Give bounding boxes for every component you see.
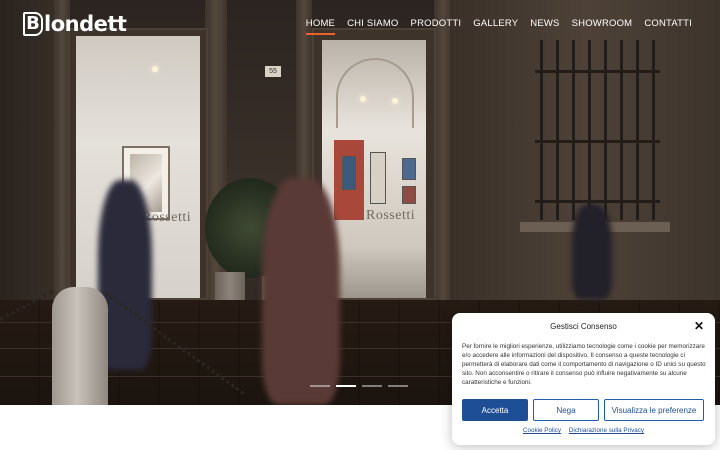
nav-item-chi-siamo[interactable]: CHI SIAMO xyxy=(341,18,404,29)
nav-item-contatti[interactable]: CONTATTI xyxy=(638,18,698,29)
gate-rail xyxy=(535,70,660,73)
gate-bar xyxy=(620,40,623,220)
logo-text: londett xyxy=(44,12,127,36)
cookie-title: Gestisci Consenso xyxy=(550,322,617,331)
slider-dot[interactable] xyxy=(362,385,382,387)
main-nav: HOME CHI SIAMO PRODOTTI GALLERY NEWS SHO… xyxy=(300,18,698,35)
preferences-button[interactable]: Visualizza le preferenze xyxy=(604,399,704,421)
slider-dot-active[interactable] xyxy=(336,385,356,387)
painting xyxy=(370,152,386,204)
gate-bar xyxy=(540,40,543,220)
slider-indicators xyxy=(310,385,408,387)
painting xyxy=(402,158,416,180)
gate-bar xyxy=(588,40,591,220)
nav-item-gallery[interactable]: GALLERY xyxy=(467,18,524,29)
deny-button[interactable]: Nega xyxy=(533,399,599,421)
gate-rail xyxy=(535,140,660,143)
painting xyxy=(402,186,416,204)
gate-bar xyxy=(556,40,559,220)
blurred-person xyxy=(262,178,340,405)
ceiling-lamp xyxy=(360,96,366,102)
site-header: B londett HOME CHI SIAMO PRODOTTI GALLER… xyxy=(0,0,720,46)
ceiling-lamp xyxy=(152,66,158,72)
house-number: 55 xyxy=(265,66,281,77)
nav-item-home[interactable]: HOME xyxy=(300,18,341,35)
close-icon[interactable]: ✕ xyxy=(693,320,705,332)
gate-rail xyxy=(535,200,660,203)
gate-bar xyxy=(604,40,607,220)
blurred-person xyxy=(572,204,612,300)
slider-dot[interactable] xyxy=(388,385,408,387)
interior-arch xyxy=(336,58,414,128)
gate-bar xyxy=(572,40,575,220)
painting xyxy=(342,156,356,190)
nav-item-prodotti[interactable]: PRODOTTI xyxy=(405,18,468,29)
cookie-links: Cookie Policy Dichiarazione sulla Privac… xyxy=(452,427,715,434)
ceiling-lamp xyxy=(392,98,398,104)
cookie-description: Per fornire le migliori esperienze, util… xyxy=(462,343,706,386)
cookie-actions: Accetta Nega Visualizza le preferenze xyxy=(462,399,704,421)
nav-item-news[interactable]: NEWS xyxy=(524,18,565,29)
privacy-statement-link[interactable]: Dichiarazione sulla Privacy xyxy=(569,427,644,434)
page: Rossetti Rossetti 55 B londett HOME CHI … xyxy=(0,0,720,450)
gallery-sign-right: Rossetti xyxy=(366,208,416,223)
logo-mark: B xyxy=(23,12,43,36)
cookie-policy-link[interactable]: Cookie Policy xyxy=(523,427,561,434)
gate-bar xyxy=(636,40,639,220)
slider-dot[interactable] xyxy=(310,385,330,387)
gate-bar xyxy=(652,40,655,220)
cookie-consent-dialog: Gestisci Consenso ✕ Per fornire le migli… xyxy=(452,313,715,445)
stone-bollard xyxy=(52,287,108,405)
site-logo[interactable]: B londett xyxy=(23,11,127,37)
nav-item-showroom[interactable]: SHOWROOM xyxy=(566,18,639,29)
accept-button[interactable]: Accetta xyxy=(462,399,528,421)
